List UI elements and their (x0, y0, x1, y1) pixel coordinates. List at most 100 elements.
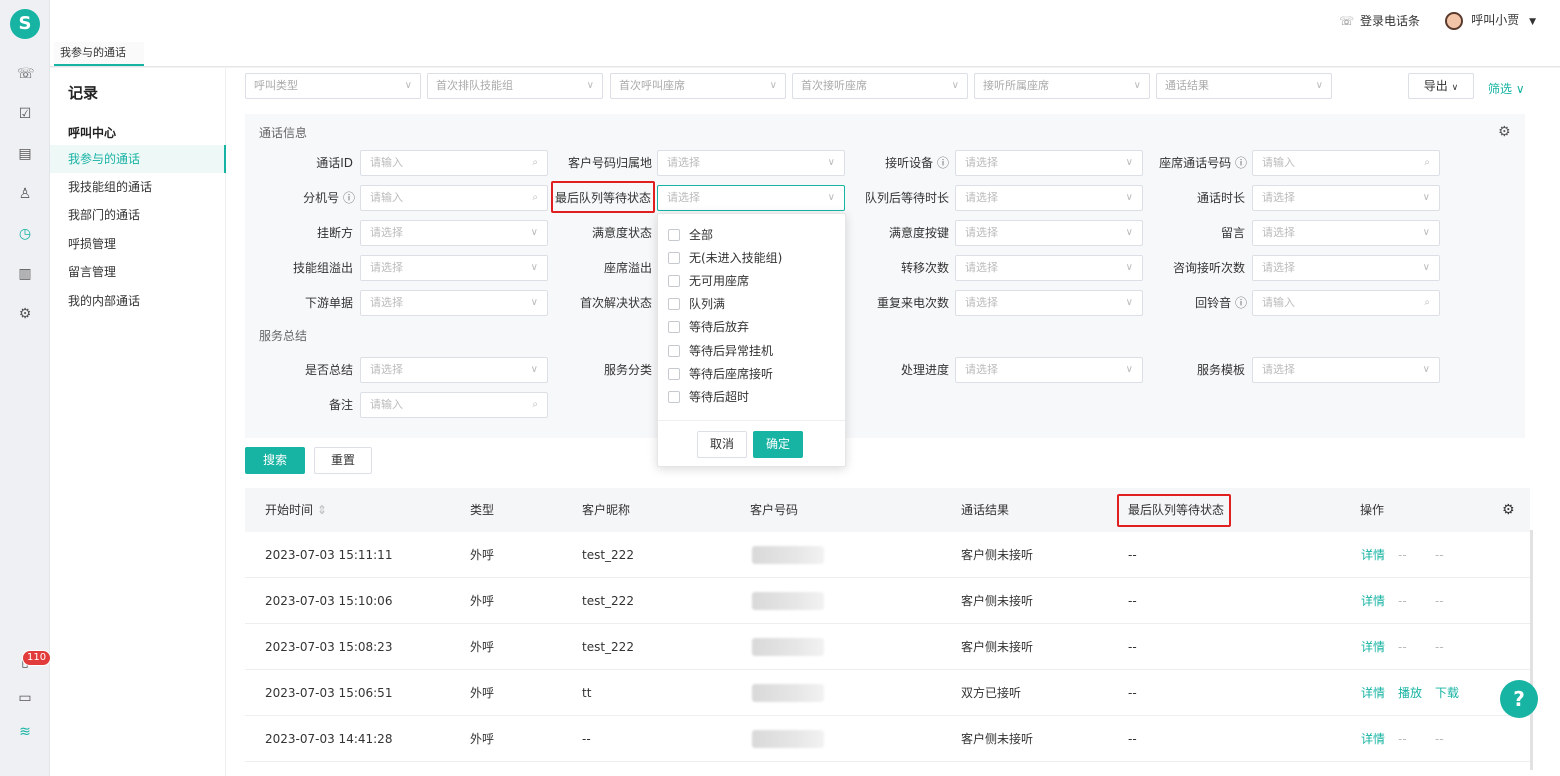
filter-toggle[interactable]: 筛选 ∨ (1488, 80, 1525, 97)
filter-first-call-agent[interactable]: 首次呼叫座席 ∨ (610, 73, 786, 99)
option-all[interactable]: 全部 (668, 224, 713, 246)
nav-item-my-calls[interactable]: 我参与的通话 (50, 145, 226, 173)
chevron-down-icon: ∨ (530, 297, 538, 308)
highlight-box (551, 181, 655, 213)
main-panel: 呼叫类型 ∨ 首次排队技能组 ∨ 首次呼叫座席 ∨ 首次接听座席 ∨ 接听所属座席 ∨ 通… (226, 68, 1560, 776)
filter-answer-agent-group[interactable]: 接听所属座席 ∨ (974, 73, 1150, 99)
cancel-button[interactable]: 取消 (697, 431, 747, 458)
select-queue-wait-time[interactable]: 请选择 ∨ (955, 185, 1143, 211)
phone-icon[interactable]: ☏ (17, 66, 35, 82)
nav-item-internal-calls[interactable]: 我的内部通话 (50, 287, 226, 315)
option-no-skill-group[interactable]: 无(未进入技能组) (668, 247, 782, 269)
details-link[interactable]: 详情 (1361, 716, 1385, 762)
option-abandon[interactable]: 等待后放弃 (668, 316, 749, 338)
filter-first-answer-agent[interactable]: 首次接听座席 ∨ (792, 73, 968, 99)
filter-first-skill-group[interactable]: 首次排队技能组 ∨ (427, 73, 603, 99)
section-service-summary: 服务总结 (259, 329, 308, 343)
label-customer-region: 客户号码归属地 (567, 156, 652, 170)
play-link[interactable]: 播放 (1398, 670, 1422, 716)
notification-badge: 110 (22, 650, 52, 666)
details-link[interactable]: 详情 (1361, 578, 1385, 624)
select-repeat-call-count[interactable]: 请选择 ∨ (955, 290, 1143, 316)
select-skill-overflow[interactable]: 请选择 ∨ (360, 255, 548, 281)
search-button[interactable]: 搜索 (245, 447, 305, 474)
select-answer-device[interactable]: 请选择 ∨ (955, 150, 1143, 176)
confirm-button[interactable]: 确定 (753, 431, 803, 458)
user-menu[interactable]: 呼叫小贾 ▼ (1445, 11, 1536, 30)
select-hangup-party[interactable]: 请选择 ∨ (360, 220, 548, 246)
input-remark[interactable]: 请输入 ⌕ (360, 392, 548, 418)
table-row: 2023-07-03 15:11:11 外呼 test_222 客户侧未接听 -… (245, 532, 1530, 578)
redacted-number (752, 592, 824, 610)
details-link[interactable]: 详情 (1361, 532, 1385, 578)
checkbox (668, 344, 680, 357)
details-link[interactable]: 详情 (1361, 624, 1385, 670)
input-extension[interactable]: 请输入 ⌕ (360, 185, 548, 211)
input-agent-number[interactable]: 请输入 ⌕ (1252, 150, 1440, 176)
filter-call-type[interactable]: 呼叫类型 ∨ (245, 73, 421, 99)
contacts-icon[interactable]: ♙ (17, 186, 33, 202)
gear-icon[interactable]: ⚙ (1498, 124, 1511, 140)
document-icon[interactable]: ▤ (17, 146, 33, 162)
input-ringback[interactable]: 请输入 ⌕ (1252, 290, 1440, 316)
divider (658, 420, 845, 421)
col-nickname: 客户昵称 (582, 503, 631, 517)
redacted-number (752, 546, 824, 564)
option-no-agent[interactable]: 无可用座席 (668, 270, 749, 292)
chevron-down-icon: ∨ (1422, 262, 1430, 273)
col-start-time[interactable]: 开始时间 ⇕ (265, 488, 327, 532)
select-last-queue-status[interactable]: 请选择 ∨ (657, 185, 845, 211)
details-link[interactable]: 详情 (1361, 670, 1385, 716)
filter-call-result[interactable]: 通话结果 ∨ (1156, 73, 1332, 99)
input-call-id[interactable]: 请输入 ⌕ (360, 150, 548, 176)
label-remark: 备注 (328, 398, 353, 412)
table-row: 2023-07-03 14:41:28 外呼 -- 客户侧未接听 -- 详情 -… (245, 716, 1530, 762)
login-phone-bar[interactable]: ☏ 登录电话条 (1339, 12, 1420, 29)
option-abnormal-hangup[interactable]: 等待后异常挂机 (668, 340, 773, 362)
select-summarized[interactable]: 请选择 ∨ (360, 357, 548, 383)
checkbox (668, 320, 680, 333)
label-ringback: 回铃音 ⓘ (1195, 296, 1247, 310)
label-transfer-count: 转移次数 (900, 261, 949, 275)
info-icon: ⓘ (936, 156, 949, 170)
chevron-down-icon: ∨ (1422, 364, 1430, 375)
help-button[interactable]: ? (1500, 680, 1538, 718)
nav-item-call-loss[interactable]: 呼损管理 (50, 230, 226, 258)
folder-icon[interactable]: ▭ (17, 690, 33, 706)
scrollbar[interactable] (1530, 530, 1533, 770)
select-customer-region[interactable]: 请选择 ∨ (657, 150, 845, 176)
reset-button[interactable]: 重置 (314, 447, 372, 474)
top-bar: ☏ 登录电话条 呼叫小贾 ▼ (50, 0, 1560, 40)
chart-icon[interactable]: ▥ (17, 266, 33, 282)
select-progress[interactable]: 请选择 ∨ (955, 357, 1143, 383)
chevron-down-icon: ∨ (1315, 80, 1323, 91)
checkbox-icon[interactable]: ☑ (17, 106, 33, 122)
clock-icon[interactable]: ◷ (17, 226, 33, 242)
label-agent-number: 座席通话号码 ⓘ (1159, 156, 1247, 170)
settings-icon[interactable]: ⚙ (17, 306, 33, 322)
select-downstream-doc[interactable]: 请选择 ∨ (360, 290, 548, 316)
tab-strip: 我参与的通话 × (50, 40, 1560, 81)
gear-icon[interactable]: ⚙ (1502, 488, 1515, 532)
checkbox (668, 228, 680, 241)
select-satisfaction-key[interactable]: 请选择 ∨ (955, 220, 1143, 246)
export-button[interactable]: 导出 ∨ (1408, 73, 1474, 99)
label-satisfaction-key: 满意度按键 (888, 226, 949, 240)
select-transfer-count[interactable]: 请选择 ∨ (955, 255, 1143, 281)
option-timeout[interactable]: 等待后超时 (668, 386, 749, 408)
option-agent-answered[interactable]: 等待后座席接听 (668, 363, 773, 385)
sort-icon: ⇕ (316, 503, 327, 517)
select-service-template[interactable]: 请选择 ∨ (1252, 357, 1440, 383)
select-message[interactable]: 请选择 ∨ (1252, 220, 1440, 246)
label-progress: 处理进度 (900, 363, 949, 377)
nav-item-skill-group-calls[interactable]: 我技能组的通话 (50, 173, 226, 201)
col-customer-number: 客户号码 (750, 503, 799, 517)
select-call-duration[interactable]: 请选择 ∨ (1252, 185, 1440, 211)
download-link[interactable]: 下载 (1435, 670, 1459, 716)
chevron-down-icon: ∨ (1125, 297, 1133, 308)
option-queue-full[interactable]: 队列满 (668, 293, 725, 315)
select-consult-count[interactable]: 请选择 ∨ (1252, 255, 1440, 281)
tab-my-calls[interactable]: 我参与的通话 × (54, 42, 144, 81)
nav-item-messages[interactable]: 留言管理 (50, 258, 226, 286)
nav-item-department-calls[interactable]: 我部门的通话 (50, 201, 226, 229)
